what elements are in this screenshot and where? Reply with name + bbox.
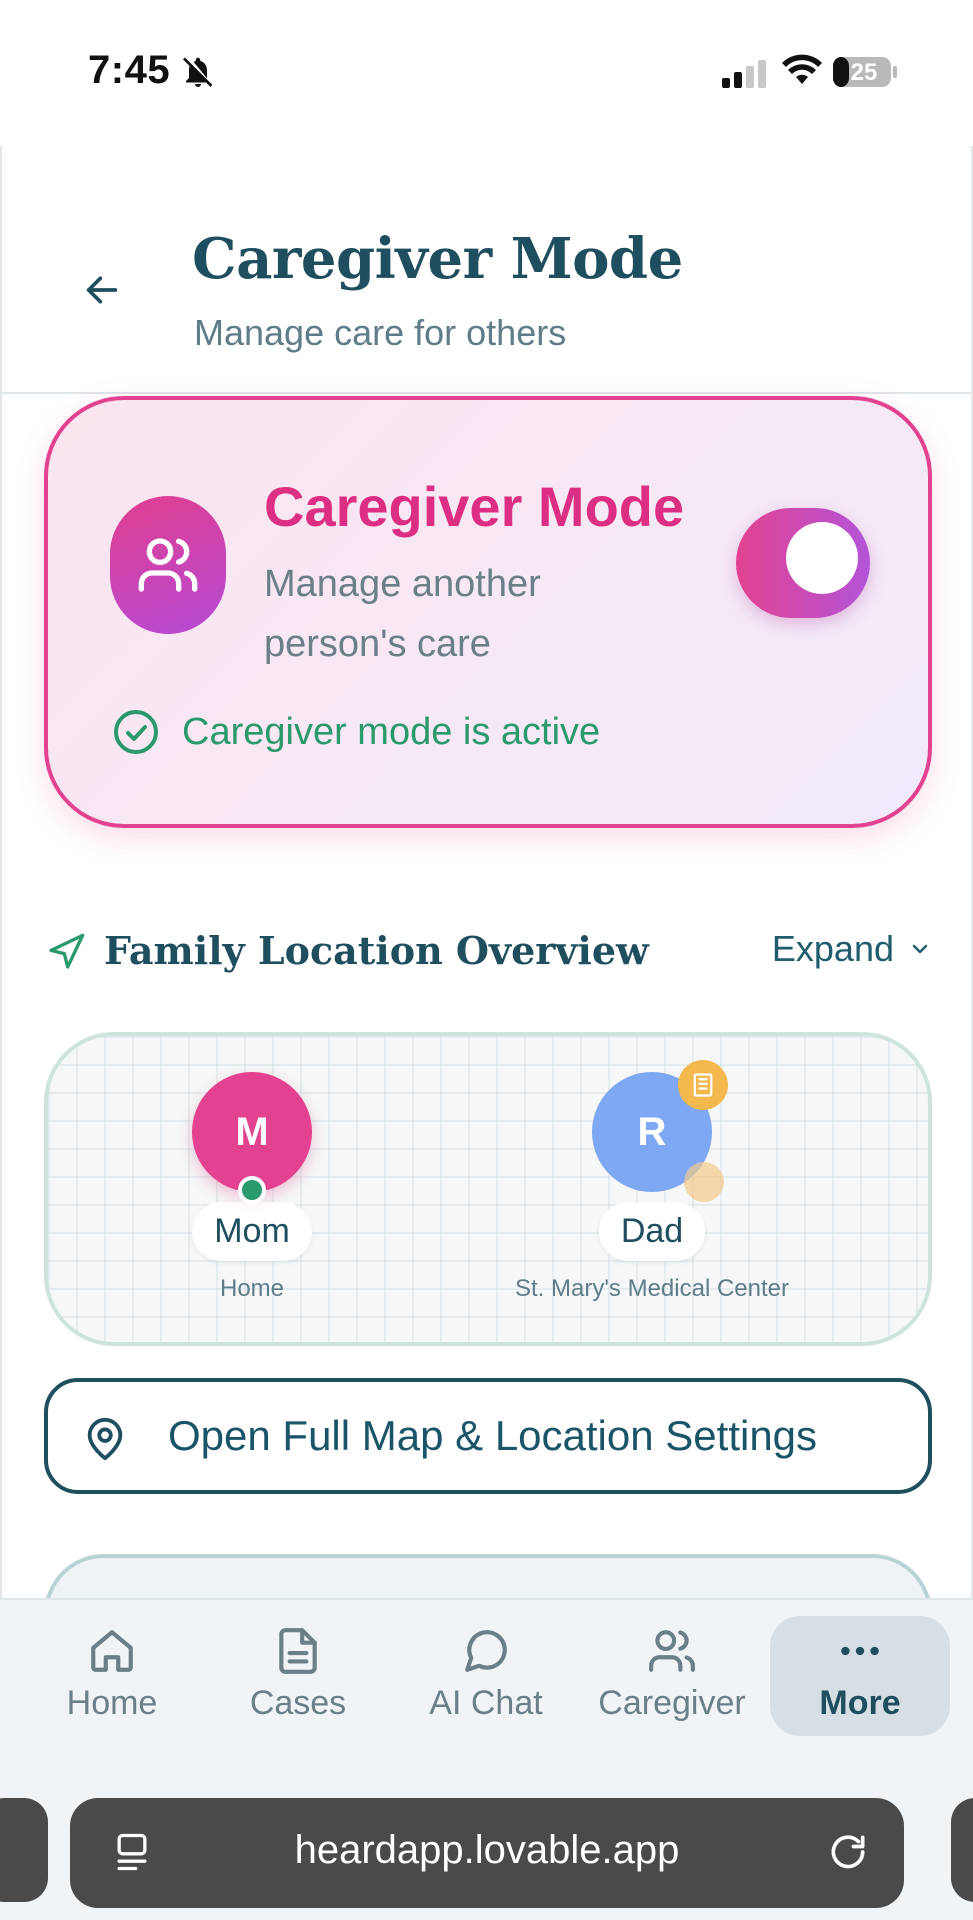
caregiver-mode-card: Caregiver Mode Manage another person's c… (44, 396, 932, 828)
family-location-map[interactable]: M Mom Home R Dad St. Mary's Medical Cent… (44, 1032, 932, 1346)
more-dots-icon (841, 1646, 879, 1656)
tab-label: Caregiver (598, 1684, 746, 1722)
status-indicator (684, 1162, 724, 1202)
navigation-arrow-icon (49, 933, 85, 969)
expand-button[interactable]: Expand (772, 928, 932, 970)
member-name: Mom (192, 1202, 312, 1261)
tab-home[interactable]: Home (22, 1616, 202, 1736)
map-pin-icon (87, 1418, 123, 1461)
online-indicator (238, 1176, 266, 1204)
document-icon (279, 1628, 317, 1674)
caregiver-status-text: Caregiver mode is active (182, 710, 601, 753)
status-bar: 7:45 25 (0, 0, 973, 146)
caregiver-card-description: Manage another person's care (264, 563, 541, 665)
next-tab[interactable] (951, 1798, 973, 1902)
battery-level: 25 (850, 59, 878, 86)
family-member-mom[interactable]: M Mom Home (102, 1072, 402, 1303)
toggle-knob (786, 522, 858, 594)
tab-label: AI Chat (429, 1684, 543, 1722)
page-subtitle: Manage care for others (194, 312, 567, 353)
avatar: M (192, 1072, 312, 1204)
chat-bubble-icon (465, 1630, 507, 1672)
app-frame: Caregiver Mode Manage care for others Ca… (0, 146, 973, 1598)
member-location: St. Mary's Medical Center (515, 1275, 789, 1302)
expand-label: Expand (771, 928, 894, 969)
reload-icon[interactable] (826, 1830, 870, 1874)
back-button[interactable] (76, 264, 128, 316)
family-location-header: Family Location Overview Expand (46, 922, 932, 982)
avatar: R (592, 1060, 728, 1202)
family-member-dad[interactable]: R Dad St. Mary's Medical Center (502, 1060, 802, 1303)
signal-icon (722, 60, 766, 88)
tab-ai-chat[interactable]: AI Chat (396, 1616, 576, 1736)
open-full-map-button[interactable]: Open Full Map & Location Settings (44, 1378, 932, 1494)
address-bar[interactable]: heardapp.lovable.app (70, 1798, 904, 1908)
chevron-down-icon (912, 944, 928, 954)
wifi-icon (782, 54, 822, 84)
page-header: Caregiver Mode Manage care for others (2, 146, 971, 394)
arrow-left-icon (86, 276, 118, 304)
open-full-map-label: Open Full Map & Location Settings (168, 1412, 818, 1459)
status-time: 7:45 (88, 48, 171, 92)
next-section-card (44, 1554, 932, 1598)
family-location-title: Family Location Overview (104, 928, 649, 973)
member-name: Dad (598, 1202, 706, 1261)
home-icon (91, 1630, 133, 1672)
check-circle-icon (114, 710, 158, 754)
caregiver-status: Caregiver mode is active (112, 708, 600, 756)
caregiver-mode-toggle[interactable] (736, 508, 870, 618)
users-icon (649, 1630, 695, 1672)
tab-cases[interactable]: Cases (208, 1616, 388, 1736)
avatar-initial: M (235, 1109, 269, 1154)
url-text: heardapp.lovable.app (294, 1828, 680, 1872)
avatar-initial: R (637, 1109, 667, 1154)
caregiver-card-title: Caregiver Mode (264, 475, 685, 538)
page-title: Caregiver Mode (192, 226, 683, 292)
tab-label: Cases (249, 1684, 347, 1722)
tab-caregiver[interactable]: Caregiver (582, 1616, 762, 1736)
bottom-tab-bar: Home Cases AI Chat Caregiver More (0, 1598, 973, 1778)
tab-label: More (819, 1684, 901, 1722)
browser-bar: heardapp.lovable.app (0, 1778, 973, 1920)
users-icon (138, 538, 198, 592)
hospital-icon (678, 1060, 728, 1110)
member-location: Home (219, 1275, 285, 1302)
tab-label: Home (66, 1684, 158, 1722)
tab-more[interactable]: More (770, 1616, 950, 1736)
bell-off-icon (183, 57, 213, 87)
caregiver-card-icon (110, 496, 226, 634)
previous-tab[interactable] (0, 1798, 48, 1902)
